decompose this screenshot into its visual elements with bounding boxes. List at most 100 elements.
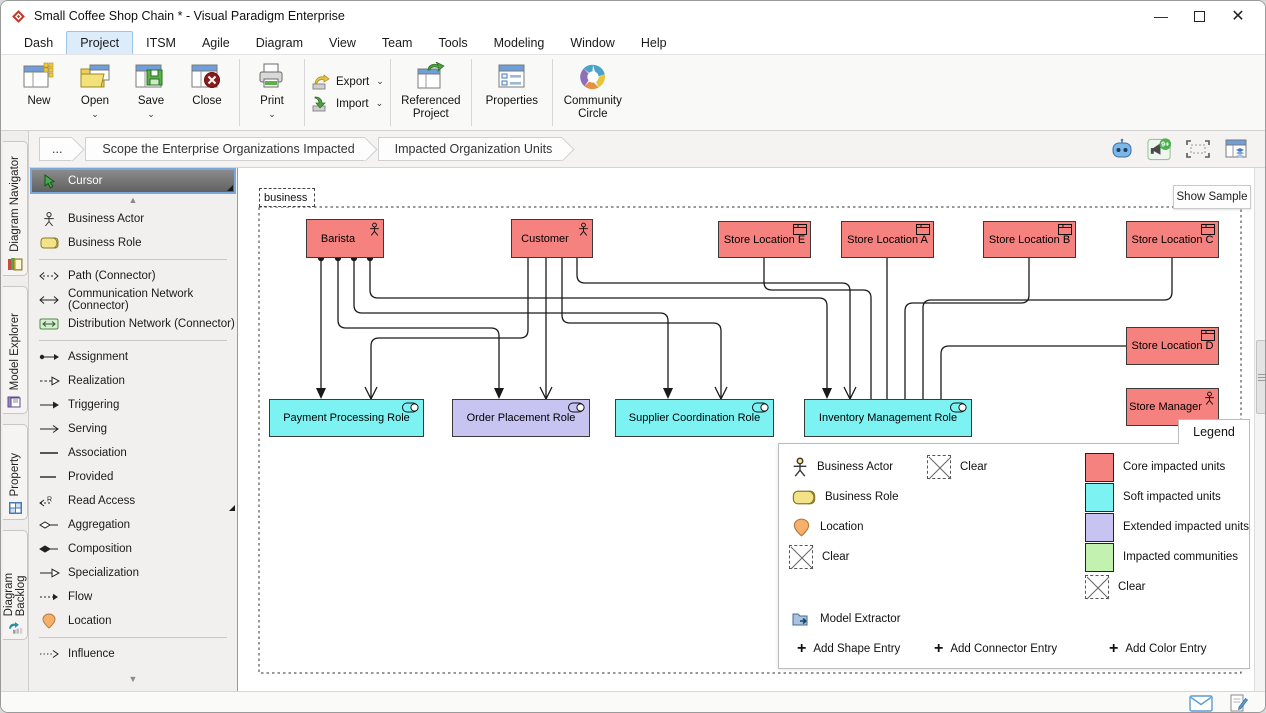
- export-button[interactable]: Export ⌄: [311, 74, 384, 90]
- palette-cursor[interactable]: Cursor: [31, 169, 235, 193]
- print-button[interactable]: Print ⌄: [244, 59, 300, 126]
- palette-specialization[interactable]: Specialization: [29, 561, 237, 585]
- save-button[interactable]: Save ⌄: [123, 59, 179, 126]
- node-supplier-coordination-role[interactable]: Supplier Coordination Role: [615, 399, 774, 437]
- diagram-canvas[interactable]: business Barista Customer: [238, 168, 1266, 691]
- import-dropdown-chevron[interactable]: ⌄: [376, 98, 384, 109]
- legend-color-soft[interactable]: Soft impacted units: [1085, 482, 1221, 512]
- add-color-entry-button[interactable]: + Add Color Entry: [1109, 634, 1207, 664]
- menu-itsm[interactable]: ITSM: [133, 32, 189, 54]
- palette-triggering[interactable]: Triggering: [29, 393, 237, 417]
- legend-connector-clear[interactable]: Clear: [927, 452, 987, 482]
- node-store-location-e[interactable]: Store Location E: [718, 221, 811, 258]
- palette-business-role[interactable]: Business Role: [29, 231, 237, 255]
- legend-color-extended[interactable]: Extended impacted units: [1085, 512, 1249, 542]
- node-payment-processing-role[interactable]: Payment Processing Role: [269, 399, 424, 437]
- palette-realization[interactable]: Realization: [29, 369, 237, 393]
- palette-provided[interactable]: Provided: [29, 465, 237, 489]
- edit-document-icon[interactable]: [1229, 694, 1249, 713]
- node-customer[interactable]: Customer: [511, 219, 593, 258]
- menu-window[interactable]: Window: [557, 32, 627, 54]
- palette-composition[interactable]: Composition: [29, 537, 237, 561]
- menu-agile[interactable]: Agile: [189, 32, 243, 54]
- export-dropdown-chevron[interactable]: ⌄: [376, 76, 384, 87]
- maximize-button[interactable]: [1194, 11, 1205, 22]
- add-shape-entry-button[interactable]: + Add Shape Entry: [797, 634, 900, 664]
- palette-business-actor[interactable]: Business Actor: [29, 207, 237, 231]
- add-connector-entry-button[interactable]: + Add Connector Entry: [934, 634, 1057, 664]
- menu-diagram[interactable]: Diagram: [243, 32, 316, 54]
- referenced-project-button[interactable]: Referenced Project: [395, 59, 467, 126]
- legend-color-core[interactable]: Core impacted units: [1085, 452, 1225, 482]
- node-inventory-management-role[interactable]: Inventory Management Role: [804, 399, 972, 437]
- legend-shape-clear[interactable]: Clear: [789, 542, 849, 572]
- close-project-button[interactable]: Close: [179, 59, 235, 126]
- show-sample-button[interactable]: Show Sample: [1173, 185, 1251, 209]
- palette-influence[interactable]: Influence: [29, 642, 237, 666]
- breadcrumb-item-scope[interactable]: Scope the Enterprise Organizations Impac…: [85, 137, 364, 161]
- menu-modeling[interactable]: Modeling: [481, 32, 558, 54]
- palette-serving[interactable]: Serving: [29, 417, 237, 441]
- palette-aggregation[interactable]: Aggregation: [29, 513, 237, 537]
- palette-read-access[interactable]: R Read Access: [29, 489, 237, 513]
- read-access-more-indicator[interactable]: [229, 505, 235, 511]
- business-boundary-label[interactable]: business: [259, 188, 315, 207]
- save-dropdown-chevron[interactable]: ⌄: [147, 109, 155, 120]
- legend-business-role[interactable]: Business Role: [792, 482, 899, 512]
- legend-business-actor[interactable]: Business Actor: [792, 452, 893, 482]
- breadcrumb-root[interactable]: ...: [39, 137, 72, 161]
- node-barista[interactable]: Barista: [306, 219, 384, 258]
- communication-network-icon: [38, 295, 60, 305]
- menu-project[interactable]: Project: [66, 31, 133, 54]
- menu-team[interactable]: Team: [369, 32, 426, 54]
- canvas-vertical-scrollbar[interactable]: [1254, 168, 1266, 691]
- assistant-robot-button[interactable]: [1109, 137, 1135, 161]
- business-actor-icon: [792, 457, 808, 478]
- tab-diagram-backlog[interactable]: Diagram Backlog: [3, 530, 28, 640]
- messages-icon[interactable]: [1189, 695, 1213, 712]
- tab-model-explorer[interactable]: Model Explorer: [3, 286, 28, 414]
- menu-dash[interactable]: Dash: [11, 32, 66, 54]
- menu-help[interactable]: Help: [628, 32, 680, 54]
- palette-location[interactable]: Location: [29, 609, 237, 633]
- scrollbar-thumb[interactable]: [1256, 340, 1266, 414]
- node-store-location-d[interactable]: Store Location D: [1126, 327, 1219, 365]
- fit-frame-button[interactable]: [1185, 137, 1211, 161]
- palette-communication-network[interactable]: Communication Network (Connector): [29, 288, 237, 312]
- tab-diagram-navigator[interactable]: Diagram Navigator: [3, 141, 28, 276]
- node-store-location-b[interactable]: Store Location B: [983, 221, 1076, 258]
- legend-color-communities[interactable]: Impacted communities: [1085, 542, 1238, 572]
- palette-association[interactable]: Association: [29, 441, 237, 465]
- minimize-button[interactable]: —: [1154, 9, 1168, 23]
- add-connector-entry-label: Add Connector Entry: [950, 643, 1057, 655]
- palette-separator: [39, 637, 227, 638]
- diagram-layers-button[interactable]: [1223, 137, 1249, 161]
- properties-button[interactable]: Properties: [476, 59, 548, 126]
- import-button[interactable]: Import ⌄: [311, 96, 384, 112]
- announcements-button[interactable]: 9+: [1147, 137, 1173, 161]
- palette-scroll-down[interactable]: ▼: [29, 672, 237, 686]
- legend-model-extractor[interactable]: Model Extractor: [792, 604, 901, 634]
- node-order-placement-role[interactable]: Order Placement Role: [452, 399, 590, 437]
- menu-tools[interactable]: Tools: [425, 32, 480, 54]
- tab-property[interactable]: Property: [3, 424, 28, 520]
- palette-flow[interactable]: Flow: [29, 585, 237, 609]
- legend-color-clear[interactable]: Clear: [1085, 572, 1145, 602]
- print-dropdown-chevron[interactable]: ⌄: [268, 109, 276, 120]
- palette-distribution-network[interactable]: Distribution Network (Connector): [29, 312, 237, 336]
- open-button[interactable]: Open ⌄: [67, 59, 123, 126]
- import-icon: [311, 96, 331, 112]
- print-label: Print: [260, 95, 284, 108]
- palette-scroll-up[interactable]: ▲: [29, 193, 237, 207]
- node-store-location-a[interactable]: Store Location A: [841, 221, 934, 258]
- menu-view[interactable]: View: [316, 32, 369, 54]
- palette-path-connector[interactable]: Path (Connector): [29, 264, 237, 288]
- palette-assignment[interactable]: Assignment: [29, 345, 237, 369]
- community-circle-button[interactable]: Community Circle: [557, 59, 629, 126]
- open-dropdown-chevron[interactable]: ⌄: [91, 109, 99, 120]
- node-store-location-c[interactable]: Store Location C: [1126, 221, 1219, 258]
- breadcrumb-item-impacted-units[interactable]: Impacted Organization Units: [378, 137, 563, 161]
- close-button[interactable]: ✕: [1231, 9, 1245, 23]
- new-button[interactable]: New: [11, 59, 67, 126]
- legend-location[interactable]: Location: [792, 512, 863, 542]
